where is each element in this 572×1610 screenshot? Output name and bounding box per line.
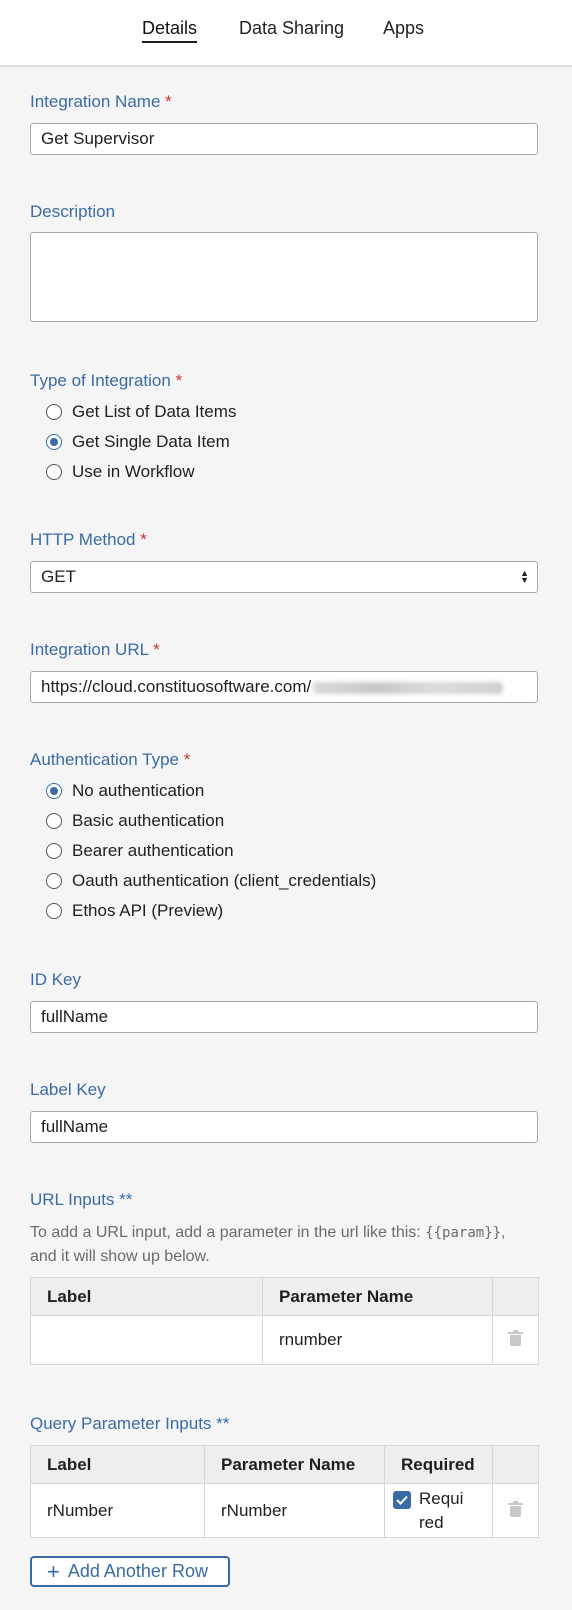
- authentication-type-label: Authentication Type *: [30, 750, 191, 769]
- column-header-actions: [492, 1445, 539, 1484]
- description-label: Description: [30, 202, 116, 221]
- http-method-label: HTTP Method *: [30, 530, 147, 549]
- radio-button-icon[interactable]: [46, 813, 62, 829]
- label-cell-input[interactable]: [30, 1315, 263, 1365]
- tab-details[interactable]: Details: [142, 18, 198, 43]
- trash-icon[interactable]: [508, 1500, 523, 1517]
- required-checkbox-label: Required: [419, 1488, 464, 1532]
- radio-button-selected-icon[interactable]: [46, 783, 62, 799]
- integration-name-input[interactable]: Get Supervisor: [30, 123, 538, 155]
- table-header-row: Label Parameter Name: [30, 1277, 539, 1316]
- checkbox-checked-icon[interactable]: [393, 1490, 411, 1509]
- label-key-input[interactable]: fullName: [30, 1111, 538, 1143]
- table-row: rnumber: [30, 1315, 539, 1365]
- tab-data-sharing[interactable]: Data Sharing: [239, 18, 344, 39]
- label-cell-input[interactable]: rNumber: [30, 1483, 205, 1538]
- radio-button-icon[interactable]: [46, 843, 62, 859]
- radio-no-authentication[interactable]: No authentication: [46, 779, 204, 803]
- parameter-name-cell-input[interactable]: rNumber: [204, 1483, 385, 1538]
- column-header-label: Label: [30, 1445, 205, 1484]
- table-row: rNumber rNumber Required: [30, 1483, 539, 1538]
- radio-button-icon[interactable]: [46, 903, 62, 919]
- required-cell: Required: [384, 1483, 493, 1538]
- integration-url-label: Integration URL *: [30, 640, 160, 659]
- radio-button-icon[interactable]: [46, 404, 62, 420]
- url-inputs-help-text: To add a URL input, add a parameter in t…: [30, 1224, 506, 1265]
- radio-button-selected-icon[interactable]: [46, 434, 62, 450]
- table-header-row: Label Parameter Name Required: [30, 1445, 539, 1484]
- http-method-select[interactable]: GET ▲ ▼: [30, 561, 538, 593]
- radio-ethos-api[interactable]: Ethos API (Preview): [46, 899, 223, 923]
- query-parameter-inputs-table: Label Parameter Name Required rNumber rN…: [30, 1445, 539, 1538]
- label-key-label: Label Key: [30, 1080, 106, 1099]
- id-key-input[interactable]: fullName: [30, 1001, 538, 1033]
- integration-url-input[interactable]: https://cloud.constituosoftware.com/: [30, 671, 538, 703]
- url-inputs-label: URL Inputs **: [30, 1190, 133, 1209]
- radio-bearer-authentication[interactable]: Bearer authentication: [46, 839, 234, 863]
- select-arrows-icon: ▲ ▼: [520, 568, 529, 585]
- column-header-actions: [492, 1277, 539, 1316]
- integration-name-label: Integration Name *: [30, 92, 172, 111]
- trash-icon[interactable]: [508, 1330, 523, 1346]
- url-inputs-table: Label Parameter Name rnumber: [30, 1277, 539, 1365]
- id-key-label: ID Key: [30, 970, 82, 989]
- tab-bar: Details Data Sharing Apps: [0, 0, 572, 67]
- plus-icon: +: [47, 1558, 60, 1584]
- required-mark: *: [140, 530, 147, 549]
- radio-button-icon[interactable]: [46, 873, 62, 889]
- redacted-text: [313, 681, 504, 694]
- column-header-parameter-name: Parameter Name: [204, 1445, 385, 1484]
- column-header-required: Required: [384, 1445, 493, 1484]
- required-mark: *: [175, 371, 183, 390]
- required-mark: *: [183, 750, 191, 769]
- radio-basic-authentication[interactable]: Basic authentication: [46, 809, 224, 833]
- type-of-integration-label: Type of Integration *: [30, 371, 183, 390]
- radio-get-list-of-data-items[interactable]: Get List of Data Items: [46, 400, 236, 424]
- radio-get-single-data-item[interactable]: Get Single Data Item: [46, 430, 230, 454]
- delete-row-button[interactable]: [492, 1483, 539, 1538]
- param-code: {{param}}: [425, 1225, 502, 1241]
- column-header-label: Label: [30, 1277, 263, 1316]
- required-checkbox-wrapper[interactable]: Required: [393, 1487, 484, 1535]
- column-header-parameter-name: Parameter Name: [262, 1277, 493, 1316]
- radio-button-icon[interactable]: [46, 464, 62, 480]
- description-textarea[interactable]: [30, 232, 538, 322]
- radio-use-in-workflow[interactable]: Use in Workflow: [46, 460, 195, 484]
- query-parameter-inputs-label: Query Parameter Inputs **: [30, 1414, 230, 1433]
- required-mark: *: [153, 640, 160, 659]
- required-mark: *: [165, 92, 172, 111]
- tab-apps[interactable]: Apps: [383, 18, 424, 39]
- delete-row-button[interactable]: [492, 1315, 539, 1365]
- parameter-name-cell: rnumber: [262, 1315, 493, 1365]
- radio-oauth-authentication[interactable]: Oauth authentication (client_credentials…: [46, 869, 376, 893]
- add-another-row-button[interactable]: + Add Another Row: [30, 1556, 230, 1587]
